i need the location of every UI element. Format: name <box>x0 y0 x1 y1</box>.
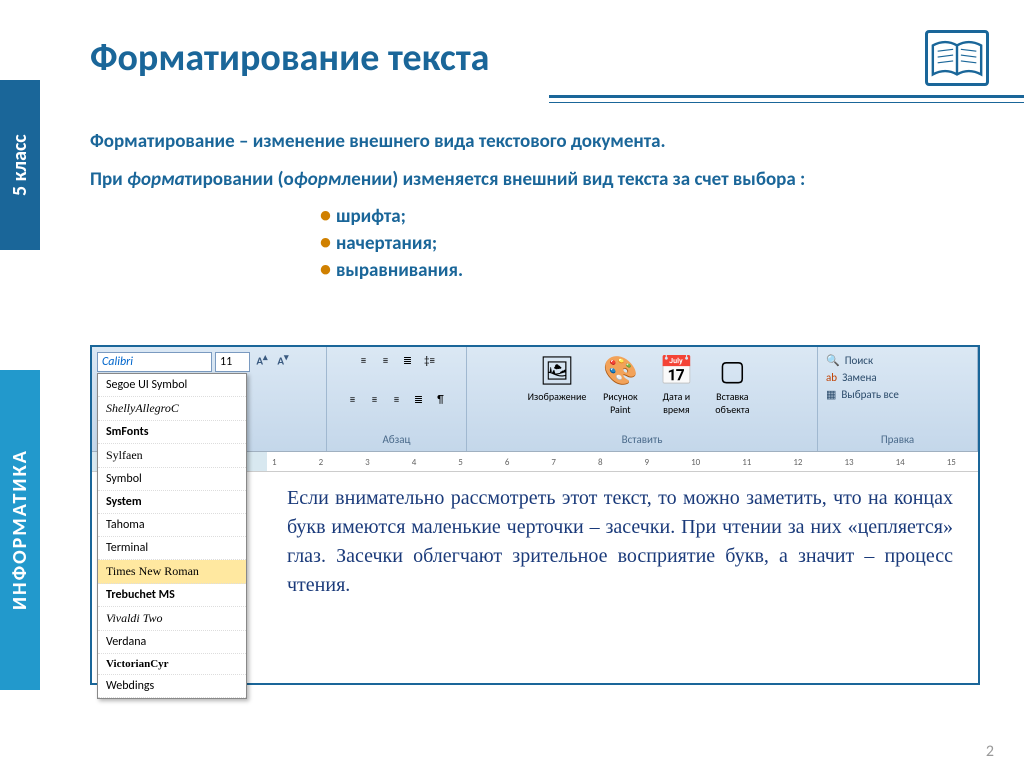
font-option[interactable]: Tahoma <box>98 514 246 537</box>
font-size-combo[interactable]: 11 <box>215 352 250 372</box>
page-title: Форматирование текста <box>90 35 489 81</box>
insert-object-button[interactable]: ▢ Вставка объекта <box>708 352 756 416</box>
edit-group-label: Правка <box>881 433 914 446</box>
definition-text: Форматирование – изменение внешнего вида… <box>90 130 994 153</box>
font-option[interactable]: Sylfaen <box>98 444 246 468</box>
linespacing-icon[interactable]: ‡≡ <box>421 352 439 368</box>
bullet-item: начертания; <box>320 228 994 255</box>
font-option[interactable]: Trebuchet MS <box>98 584 246 607</box>
select-all-icon: ▦ <box>826 388 836 401</box>
insert-image-button[interactable]: 🖼 Изображение <box>528 352 587 403</box>
word-screenshot: Calibri 11 A▴ A▾ Segoe UI Symbol ShellyA… <box>90 345 980 685</box>
font-option[interactable]: Terminal <box>98 537 246 560</box>
font-option[interactable]: SmFonts <box>98 421 246 444</box>
selectall-button[interactable]: ▦Выбрать все <box>826 386 969 403</box>
align-right-icon[interactable]: ≡ <box>388 392 406 408</box>
object-icon: ▢ <box>714 352 750 388</box>
paragraph-group: ≡ ≡ ≣ ‡≡ ≡ ≡ ≡ ≣ ¶ Абзац <box>327 347 467 451</box>
content-area: Форматирование – изменение внешнего вида… <box>90 130 994 282</box>
font-group: Calibri 11 A▴ A▾ Segoe UI Symbol ShellyA… <box>92 347 327 451</box>
align-center-icon[interactable]: ≡ <box>366 392 384 408</box>
font-option[interactable]: Verdana <box>98 631 246 654</box>
replace-icon: ab <box>826 371 837 384</box>
indent-decrease-icon[interactable]: ≡ <box>355 352 373 368</box>
align-left-icon[interactable]: ≡ <box>344 392 362 408</box>
grow-font-icon[interactable]: A▴ <box>253 352 271 370</box>
indent-increase-icon[interactable]: ≡ <box>377 352 395 368</box>
insert-group-label: Вставить <box>622 433 663 446</box>
paragraph-mark-icon[interactable]: ¶ <box>432 392 450 408</box>
edit-group: 🔍Поиск abЗамена ▦Выбрать все Правка <box>818 347 978 451</box>
bullet-list: шрифта; начертания; выравнивания. <box>320 201 994 282</box>
font-option[interactable]: Symbol <box>98 468 246 491</box>
image-icon: 🖼 <box>539 352 575 388</box>
ribbon: Calibri 11 A▴ A▾ Segoe UI Symbol ShellyA… <box>92 347 978 452</box>
font-option[interactable]: VictorianCyr <box>98 654 246 675</box>
slide-number: 2 <box>986 742 994 761</box>
bullet-item: шрифта; <box>320 201 994 228</box>
font-name-combo[interactable]: Calibri <box>97 352 212 372</box>
calendar-icon: 📅 <box>658 352 694 388</box>
paragraph-group-label: Абзац <box>383 433 411 446</box>
header-rule-thin <box>549 102 1024 103</box>
search-icon: 🔍 <box>826 354 840 367</box>
shrink-font-icon[interactable]: A▾ <box>274 352 292 370</box>
header-rule <box>549 95 1024 98</box>
insert-group: 🖼 Изображение 🎨 Рисунок Paint 📅 Дата и в… <box>467 347 818 451</box>
font-option[interactable]: Webdings <box>98 675 246 698</box>
font-option[interactable]: Segoe UI Symbol <box>98 374 246 397</box>
font-option[interactable]: ShellyAllegroC <box>98 397 246 421</box>
find-button[interactable]: 🔍Поиск <box>826 352 969 369</box>
align-justify-icon[interactable]: ≣ <box>410 392 428 408</box>
sidebar-grade: 5 класс <box>0 80 40 250</box>
font-option-selected[interactable]: Times New Roman <box>98 560 246 584</box>
bullet-item: выравнивания. <box>320 255 994 282</box>
palette-icon: 🎨 <box>602 352 638 388</box>
font-dropdown[interactable]: Segoe UI Symbol ShellyAllegroC SmFonts S… <box>97 373 247 699</box>
list-icon[interactable]: ≣ <box>399 352 417 368</box>
font-option[interactable]: Vivaldi Two <box>98 607 246 631</box>
book-icon <box>925 30 989 86</box>
sidebar-subject: ИНФОРМАТИКА <box>0 370 40 690</box>
font-option[interactable]: System <box>98 491 246 514</box>
insert-paint-button[interactable]: 🎨 Рисунок Paint <box>596 352 644 416</box>
intro-paragraph: При форматировании (оформлении) изменяет… <box>90 168 994 193</box>
insert-datetime-button[interactable]: 📅 Дата и время <box>654 352 698 416</box>
replace-button[interactable]: abЗамена <box>826 369 969 386</box>
